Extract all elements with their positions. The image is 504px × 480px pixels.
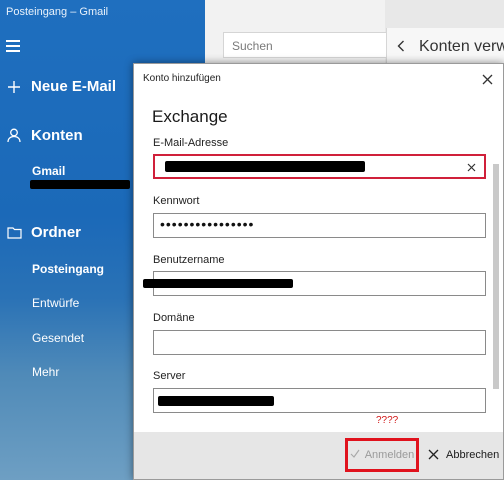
plus-icon (6, 80, 22, 94)
cancel-x-icon (428, 447, 439, 463)
window-title: Posteingang – Gmail (6, 6, 109, 18)
username-label: Benutzername (153, 254, 225, 266)
accounts-button[interactable]: Konten (6, 127, 83, 144)
check-icon (350, 449, 360, 461)
clear-icon[interactable] (467, 159, 476, 175)
server-label: Server (153, 370, 186, 382)
email-label: E-Mail-Adresse (153, 137, 229, 149)
password-label: Kennwort (153, 195, 200, 207)
close-icon[interactable] (482, 70, 493, 90)
cancel-button[interactable]: Abbrechen (428, 438, 499, 472)
account-name: Gmail (32, 164, 66, 178)
search-placeholder: Suchen (232, 39, 273, 53)
panel-title: Konten verw (419, 38, 504, 55)
username-field[interactable] (143, 271, 486, 296)
folder-drafts[interactable]: Entwürfe (32, 296, 79, 310)
search-input[interactable]: Suchen (223, 32, 389, 58)
account-gmail[interactable]: Gmail (32, 164, 65, 178)
password-field[interactable]: •••••••••••••••• (153, 213, 486, 238)
folders-button[interactable]: Ordner (6, 224, 81, 241)
folder-icon (6, 226, 22, 239)
folders-label: Ordner (31, 224, 82, 241)
redaction-bar (143, 279, 293, 288)
login-label: Anmelden (364, 449, 415, 461)
redaction-bar (165, 161, 365, 172)
person-icon (6, 128, 22, 143)
redaction-bar (30, 180, 130, 189)
domain-label: Domäne (153, 312, 195, 324)
server-field[interactable] (153, 388, 486, 413)
redaction-bar (158, 396, 274, 406)
scrollbar[interactable] (493, 164, 499, 389)
login-button[interactable]: Anmelden (345, 438, 419, 472)
password-value: •••••••••••••••• (160, 216, 255, 232)
dialog-heading: Exchange (152, 107, 228, 126)
annotation-text: ???? (376, 415, 399, 426)
folder-sent[interactable]: Gesendet (32, 331, 84, 345)
email-field[interactable] (153, 154, 486, 179)
new-mail-label: Neue E-Mail (31, 78, 117, 95)
hamburger-icon[interactable] (6, 40, 20, 52)
folder-more[interactable]: Mehr (32, 365, 59, 379)
domain-field[interactable] (153, 330, 486, 355)
dialog-title: Konto hinzufügen (143, 73, 221, 84)
folder-inbox[interactable]: Posteingang (32, 262, 104, 276)
new-mail-button[interactable]: Neue E-Mail (6, 78, 116, 95)
back-arrow-icon[interactable] (397, 39, 405, 56)
dialog-footer: Anmelden Abbrechen (134, 432, 503, 479)
cancel-label: Abbrechen (446, 449, 500, 461)
add-account-dialog: Konto hinzufügen Exchange E-Mail-Adresse… (133, 63, 504, 480)
accounts-label: Konten (31, 127, 83, 144)
